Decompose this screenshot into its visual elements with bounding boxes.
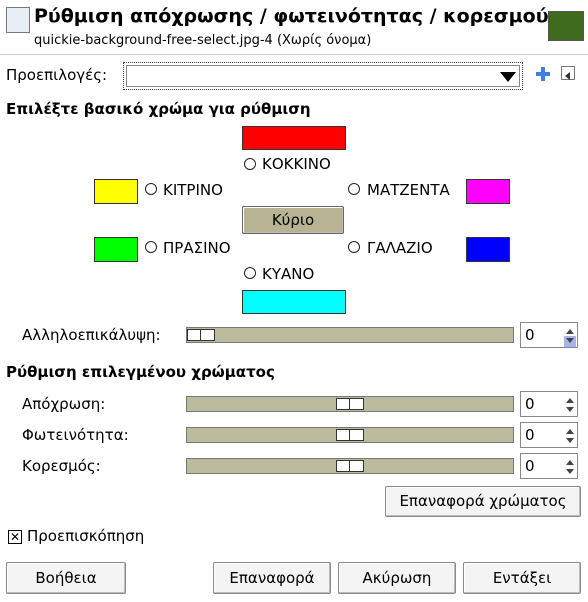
green-radio[interactable] (145, 241, 157, 253)
cyan-radio[interactable] (348, 241, 360, 253)
yellow-radio[interactable] (145, 183, 157, 195)
spin-up-icon[interactable] (566, 460, 574, 465)
preview-label: Προεπισκόπηση (27, 527, 145, 545)
hue-label: Απόχρωση: (22, 395, 106, 413)
yellow-swatch[interactable] (94, 179, 138, 204)
lightness-label: Φωτεινότητα: (22, 426, 129, 444)
plus-icon[interactable] (535, 66, 551, 82)
ok-button-label: Εντάξει (492, 569, 552, 587)
magenta-swatch[interactable] (466, 179, 510, 204)
help-button[interactable]: Βοήθεια (6, 562, 126, 594)
spin-up-icon[interactable] (566, 429, 574, 434)
red-label: ΚΟΚΚΙΝΟ (262, 155, 331, 173)
reset-button[interactable]: Επαναφορά (213, 562, 331, 594)
spin-down-icon[interactable] (566, 338, 574, 343)
preview-checkbox[interactable]: ✕ (8, 530, 22, 544)
saturation-spinbutton[interactable]: 0 (520, 453, 578, 479)
spin-up-icon[interactable] (566, 398, 574, 403)
reset-button-label: Επαναφορά (229, 569, 315, 587)
saturation-label: Κορεσμός: (22, 457, 101, 475)
blue-label: ΚΥΑΝΟ (262, 265, 315, 283)
hue-slider-handle[interactable] (336, 398, 364, 410)
overlap-spinbutton[interactable]: 0 (520, 322, 578, 348)
saturation-slider[interactable] (186, 458, 514, 474)
saturation-value: 0 (525, 457, 535, 475)
green-swatch[interactable] (94, 237, 138, 262)
master-button-label: Κύριο (271, 211, 315, 229)
blue-swatch[interactable] (242, 290, 346, 314)
hue-slider[interactable] (186, 396, 514, 412)
magenta-radio[interactable] (348, 183, 360, 195)
hue-value: 0 (525, 395, 535, 413)
cancel-button-label: Ακύρωση (362, 569, 432, 587)
presets-combo[interactable] (123, 62, 523, 90)
image-thumbnail (548, 11, 584, 41)
overlap-slider-handle[interactable] (187, 329, 215, 341)
overlap-value: 0 (525, 326, 535, 344)
hue-spinbutton[interactable]: 0 (520, 391, 578, 417)
saturation-slider-handle[interactable] (336, 460, 364, 472)
red-swatch[interactable] (242, 126, 346, 150)
lightness-slider-handle[interactable] (336, 429, 364, 441)
spin-up-icon[interactable] (566, 329, 574, 334)
lightness-slider[interactable] (186, 427, 514, 443)
overlap-label: Αλληλοεπικάλυψη: (22, 326, 161, 344)
lightness-spinbutton[interactable]: 0 (520, 422, 578, 448)
help-button-label: Βοήθεια (35, 569, 97, 587)
green-label: ΠΡΑΣΙΝΟ (163, 239, 231, 257)
red-radio[interactable] (244, 158, 256, 170)
reset-color-button[interactable]: Επαναφορά χρώματος (385, 486, 581, 517)
blue-radio[interactable] (244, 267, 256, 279)
dialog-title: Ρύθμιση απόχρωσης / φωτεινότητας / κορεσ… (34, 5, 549, 27)
presets-combo-field[interactable] (126, 65, 520, 87)
adjust-heading: Ρύθμιση επιλεγμένου χρώματος (6, 363, 275, 381)
dialog-subtitle: quickie-background-free-select.jpg-4 (Χω… (34, 33, 372, 48)
cyan-label: ΓΑΛΑΖΙΟ (367, 239, 433, 257)
magenta-label: ΜΑΤΖΕΝΤΑ (367, 181, 450, 199)
spin-down-icon[interactable] (566, 407, 574, 412)
yellow-label: ΚΙΤΡΙΝΟ (163, 181, 223, 199)
primary-heading: Επιλέξτε βασικό χρώμα για ρύθμιση (6, 100, 311, 118)
triangle-left-icon[interactable] (561, 66, 575, 80)
lightness-value: 0 (525, 426, 535, 444)
separator (0, 54, 588, 55)
cyan-swatch[interactable] (466, 237, 510, 262)
master-button[interactable]: Κύριο (242, 206, 344, 234)
reset-color-label: Επαναφορά χρώματος (399, 492, 567, 510)
spin-down-icon[interactable] (566, 469, 574, 474)
spin-down-icon[interactable] (566, 438, 574, 443)
ok-button[interactable]: Εντάξει (463, 562, 581, 594)
gimp-app-icon (6, 7, 30, 33)
presets-label: Προεπιλογές: (6, 66, 108, 84)
chevron-down-icon[interactable] (500, 72, 516, 82)
cancel-button[interactable]: Ακύρωση (338, 562, 456, 594)
overlap-slider[interactable] (186, 327, 514, 343)
